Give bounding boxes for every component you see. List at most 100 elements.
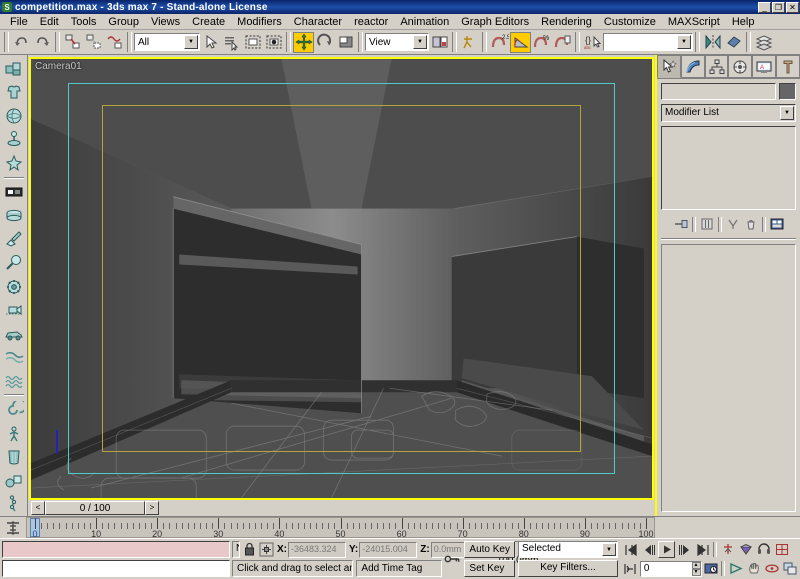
wind-icon[interactable] <box>2 345 26 369</box>
menu-maxscript[interactable]: MAXScript <box>662 15 726 29</box>
select-object-button[interactable] <box>200 32 221 53</box>
key-mode-toggle-button[interactable] <box>719 541 736 558</box>
menu-animation[interactable]: Animation <box>394 15 455 29</box>
time-configuration-button[interactable] <box>703 560 720 577</box>
menu-file[interactable]: File <box>4 15 34 29</box>
use-pivot-point-center-button[interactable] <box>429 32 450 53</box>
undo-button[interactable] <box>11 32 32 53</box>
next-frame-button[interactable] <box>676 541 693 558</box>
transform-center-icon[interactable] <box>259 541 274 558</box>
pin-icon[interactable] <box>2 128 26 152</box>
select-window-crossing-button[interactable] <box>263 32 284 53</box>
key-filters-button[interactable]: Key Filters... <box>518 560 618 577</box>
swatch-icon[interactable] <box>2 181 26 205</box>
frame-counter-field[interactable]: 0 / 100 <box>45 501 145 515</box>
percent-snap-toggle-button[interactable]: % <box>531 32 552 53</box>
menu-graph-editors[interactable]: Graph Editors <box>455 15 535 29</box>
close-button[interactable]: ✕ <box>786 1 799 13</box>
previous-frame-arrow[interactable]: < <box>31 501 45 515</box>
hand-icon[interactable] <box>745 560 762 577</box>
menu-views[interactable]: Views <box>145 15 186 29</box>
min-max-toggle-button[interactable] <box>781 560 798 577</box>
modify-tab[interactable] <box>680 55 705 78</box>
menu-customize[interactable]: Customize <box>598 15 662 29</box>
timeline-ruler[interactable]: 10 20 30 40 50 60 70 80 90 100 0 <box>26 517 655 538</box>
modifier-stack-list[interactable] <box>661 126 796 210</box>
menu-tools[interactable]: Tools <box>65 15 103 29</box>
menu-group[interactable]: Group <box>102 15 145 29</box>
brush-icon[interactable] <box>2 228 26 252</box>
disc-stack-icon[interactable] <box>2 204 26 228</box>
camera-icon[interactable] <box>2 298 26 322</box>
show-end-result-icon[interactable] <box>699 216 715 232</box>
go-to-start-button[interactable] <box>622 541 639 558</box>
unlink-selection-button[interactable] <box>83 32 104 53</box>
maxscript-input-line[interactable] <box>2 541 230 558</box>
box-icon[interactable] <box>2 57 26 81</box>
spinner-snap-toggle-button[interactable] <box>552 32 573 53</box>
object-name-field[interactable] <box>661 83 776 100</box>
set-key-button[interactable]: Set Key <box>464 560 515 577</box>
select-and-move-button[interactable] <box>293 31 314 53</box>
menu-modifiers[interactable]: Modifiers <box>231 15 288 29</box>
rectangular-selection-region-button[interactable] <box>242 32 263 53</box>
auto-key-button[interactable]: Auto Key <box>464 541 515 558</box>
minimize-button[interactable]: _ <box>758 1 771 13</box>
display-tab[interactable]: A <box>752 55 777 78</box>
make-unique-icon[interactable] <box>725 216 741 232</box>
time-configuration-icon[interactable] <box>0 517 26 538</box>
magnifier-icon[interactable] <box>2 251 26 275</box>
configure-icon[interactable] <box>769 216 785 232</box>
menu-edit[interactable]: Edit <box>34 15 65 29</box>
x-coordinate-field[interactable]: -36483.324 <box>288 541 346 558</box>
spinner-arrows[interactable]: ▲ ▼ <box>691 561 701 576</box>
named-selection-sets-button[interactable]: {} abc <box>582 32 603 53</box>
next-frame-arrow[interactable]: > <box>145 501 159 515</box>
key-selection-dropdown[interactable]: Selected ▼ <box>518 541 618 558</box>
select-by-name-button[interactable] <box>221 32 242 53</box>
go-to-frame-button[interactable] <box>622 560 639 577</box>
menu-create[interactable]: Create <box>186 15 231 29</box>
zoom-all-icon[interactable] <box>737 541 754 558</box>
create-tab[interactable] <box>657 55 681 78</box>
key-icon[interactable] <box>444 551 461 568</box>
figure-icon[interactable] <box>2 151 26 175</box>
maxscript-output-line[interactable] <box>2 560 230 577</box>
menu-rendering[interactable]: Rendering <box>535 15 598 29</box>
tshirt-icon[interactable] <box>2 81 26 105</box>
maximize-button[interactable]: ❐ <box>772 1 785 13</box>
car-icon[interactable] <box>2 322 26 346</box>
play-animation-button[interactable] <box>658 541 675 558</box>
menu-reactor[interactable]: reactor <box>348 15 394 29</box>
skeleton-icon[interactable] <box>2 493 26 517</box>
utilities-tab[interactable] <box>776 55 800 78</box>
select-and-manipulate-button[interactable] <box>459 32 480 53</box>
maximize-viewport-icon[interactable] <box>773 541 790 558</box>
objects-icon[interactable] <box>2 469 26 493</box>
arc-rotate-icon[interactable] <box>763 560 780 577</box>
spiral-icon[interactable] <box>2 398 26 422</box>
fov-icon[interactable] <box>755 541 772 558</box>
mirror-button[interactable] <box>702 32 723 53</box>
cloth-icon[interactable] <box>2 446 26 470</box>
camera-viewport[interactable]: Camera01 <box>29 57 654 500</box>
selection-filter-dropdown[interactable]: All ▼ <box>134 33 200 51</box>
lock-icon[interactable] <box>243 541 256 558</box>
trash-icon[interactable] <box>743 216 759 232</box>
zoom-extents-icon[interactable] <box>727 560 744 577</box>
hierarchy-tab[interactable] <box>704 55 729 78</box>
add-time-tag-button[interactable]: Add Time Tag <box>356 560 443 577</box>
menu-help[interactable]: Help <box>726 15 761 29</box>
object-color-swatch[interactable] <box>779 83 796 100</box>
current-frame-spinner[interactable]: 0 ▲ ▼ <box>639 560 702 577</box>
rollout-area[interactable] <box>661 244 796 512</box>
select-and-link-button[interactable] <box>62 32 83 53</box>
sphere-icon[interactable] <box>2 104 26 128</box>
wave-icon[interactable] <box>2 369 26 393</box>
modifier-list-dropdown[interactable]: Modifier List ▼ <box>661 104 796 122</box>
redo-button[interactable] <box>32 32 53 53</box>
select-and-rotate-button[interactable] <box>314 32 335 53</box>
motion-tab[interactable] <box>728 55 753 78</box>
angle-snap-toggle-button[interactable] <box>510 31 531 53</box>
named-selection-sets-dropdown[interactable]: ▼ <box>603 33 693 51</box>
